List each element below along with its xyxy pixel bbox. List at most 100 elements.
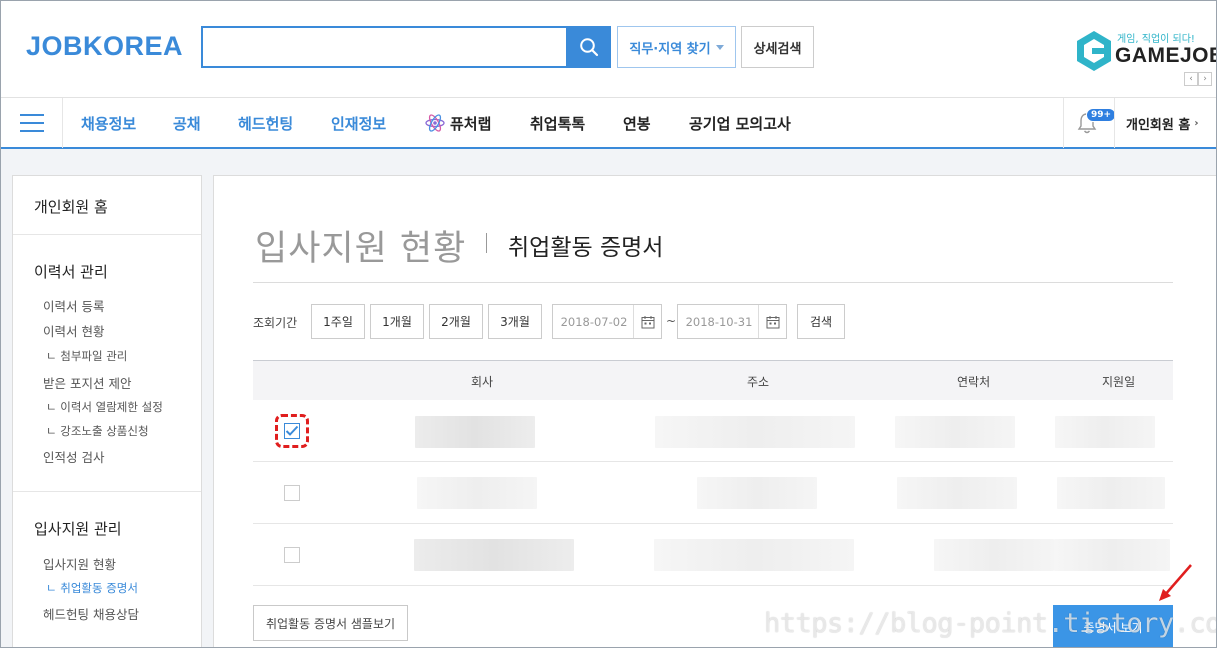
sidebar-item-highlight-product[interactable]: ㄴ 강조노출 상품신청 xyxy=(46,423,149,439)
date-to-field[interactable]: 2018-10-31 xyxy=(677,304,787,339)
sidebar-home-block: 개인회원 홈 xyxy=(13,176,201,235)
nav-item-mock-exam[interactable]: 공기업 모의고사 xyxy=(689,98,791,148)
page-title: 입사지원 현황 xyxy=(255,229,467,269)
period-3month-button[interactable]: 3개월 xyxy=(488,304,542,339)
menu-button[interactable] xyxy=(1,98,63,148)
gamejob-banner[interactable]: 게임, 직업이 되다! GAMEJOB xyxy=(1075,28,1217,78)
nav-item-futurelab-label: 퓨처랩 xyxy=(450,114,492,133)
main-nav: 채용정보 공채 헤드헌팅 인재정보 퓨처랩 취업톡톡 연봉 공기업 모의고사 9… xyxy=(1,97,1216,149)
date-cell-blurred xyxy=(1057,477,1165,509)
sidebar-item-certificate[interactable]: ㄴ 취업활동 증명서 xyxy=(46,580,138,596)
sidebar-item-view-restriction-label: 이력서 열람제한 설정 xyxy=(60,400,163,414)
table-row[interactable] xyxy=(253,524,1173,586)
address-cell-blurred xyxy=(655,416,855,448)
sidebar-item-certificate-label: 취업활동 증명서 xyxy=(60,581,138,595)
contact-cell-blurred xyxy=(934,539,1054,571)
period-2month-button[interactable]: 2개월 xyxy=(429,304,483,339)
title-rule xyxy=(253,282,1173,283)
search-input[interactable] xyxy=(201,26,567,68)
date-from-value: 2018-07-02 xyxy=(560,314,628,329)
contact-cell-blurred xyxy=(895,416,1015,448)
sidebar-item-highlight-product-label: 강조노출 상품신청 xyxy=(60,424,149,438)
table-row[interactable] xyxy=(253,400,1173,462)
nav-item-headhunting[interactable]: 헤드헌팅 xyxy=(238,98,293,148)
sidebar-item-attachments-label: 첨부파일 관리 xyxy=(60,349,128,363)
period-label: 조회기간 xyxy=(253,316,298,330)
nav-right: 99+ 개인회원 홈 › xyxy=(1063,98,1216,148)
period-1month-button[interactable]: 1개월 xyxy=(370,304,424,339)
member-home-label: 개인회원 홈 xyxy=(1126,117,1191,133)
period-1week-button[interactable]: 1주일 xyxy=(311,304,365,339)
calendar-icon[interactable] xyxy=(758,305,786,338)
sidebar-title-apply[interactable]: 입사지원 관리 xyxy=(34,518,122,539)
table-row[interactable] xyxy=(253,462,1173,524)
address-cell-blurred xyxy=(654,539,854,571)
gamejob-logo-icon xyxy=(1077,31,1111,71)
company-cell-blurred xyxy=(417,477,537,509)
page-subtitle: 취업활동 증명서 xyxy=(508,235,664,261)
column-address: 주소 xyxy=(747,374,770,389)
sidebar-item-home[interactable]: 개인회원 홈 xyxy=(34,196,108,217)
main-content: 입사지원 현황 취업활동 증명서 조회기간 1주일 1개월 2개월 3개월 20… xyxy=(213,175,1217,648)
nav-item-talent[interactable]: 인재정보 xyxy=(331,98,386,148)
job-region-label: 직무·지역 찾기 xyxy=(629,41,711,57)
top-header: JOBKOREA 직무·지역 찾기 상세검색 게임, 직업이 되다! GAMEJ… xyxy=(1,1,1217,97)
annotation-highlight xyxy=(275,414,309,448)
sidebar-title-resume[interactable]: 이력서 관리 xyxy=(34,261,108,282)
sidebar: 개인회원 홈 이력서 관리 이력서 등록 이력서 현황 ㄴ 첨부파일 관리 받은… xyxy=(12,175,202,648)
sidebar-resume-block: 이력서 관리 이력서 등록 이력서 현황 ㄴ 첨부파일 관리 받은 포지션 제안… xyxy=(13,235,201,492)
prev-arrow-button[interactable]: ‹ xyxy=(1184,72,1198,86)
nav-item-talk[interactable]: 취업톡톡 xyxy=(530,98,585,148)
nav-divider xyxy=(1114,98,1115,148)
date-from-field[interactable]: 2018-07-02 xyxy=(552,304,662,339)
column-apply-date: 지원일 xyxy=(1102,374,1136,389)
date-cell-blurred xyxy=(1054,539,1170,571)
hamburger-icon xyxy=(19,114,44,132)
search-icon xyxy=(579,38,598,57)
detail-search-button[interactable]: 상세검색 xyxy=(741,26,814,68)
title-divider xyxy=(486,233,487,253)
contact-cell-blurred xyxy=(897,477,1017,509)
sidebar-item-attachments[interactable]: ㄴ 첨부파일 관리 xyxy=(46,348,127,364)
gamejob-name: GAMEJOB xyxy=(1115,44,1217,67)
banner-arrows: ‹ › xyxy=(1184,72,1212,86)
sample-certificate-button[interactable]: 취업활동 증명서 샘플보기 xyxy=(253,605,408,641)
calendar-icon[interactable] xyxy=(633,305,661,338)
job-region-button[interactable]: 직무·지역 찾기 xyxy=(617,26,736,68)
annotation-arrow-icon xyxy=(1159,564,1192,601)
nav-item-jobs[interactable]: 채용정보 xyxy=(81,98,136,148)
chevron-down-icon xyxy=(715,44,724,50)
member-home-link[interactable]: 개인회원 홈 › xyxy=(1126,98,1198,148)
search-period-button[interactable]: 검색 xyxy=(797,304,845,339)
column-company: 회사 xyxy=(471,374,494,389)
gamejob-tagline: 게임, 직업이 되다! xyxy=(1117,34,1195,45)
sidebar-item-position-offers[interactable]: 받은 포지션 제안 xyxy=(43,373,131,392)
date-cell-blurred xyxy=(1055,416,1155,448)
chevron-right-icon: › xyxy=(1194,117,1199,129)
sidebar-item-apply-status[interactable]: 입사지원 현황 xyxy=(43,554,116,573)
row-checkbox[interactable] xyxy=(284,547,300,563)
blog-watermark: https://blog-point.tistory.com/ xyxy=(764,608,1217,639)
sidebar-item-resume-status[interactable]: 이력서 현황 xyxy=(43,321,104,340)
sidebar-item-aptitude-test[interactable]: 인적성 검사 xyxy=(43,447,104,466)
atom-icon xyxy=(425,114,445,132)
sidebar-apply-block: 입사지원 관리 입사지원 현황 ㄴ 취업활동 증명서 헤드헌팅 채용상담 xyxy=(13,492,201,647)
table-header: 회사 주소 연락처 지원일 xyxy=(253,360,1173,400)
column-contact: 연락처 xyxy=(957,374,991,389)
nav-item-futurelab[interactable]: 퓨처랩 xyxy=(424,98,491,148)
nav-item-salary[interactable]: 연봉 xyxy=(623,98,651,148)
nav-item-public-recruit[interactable]: 공채 xyxy=(173,98,201,148)
company-cell-blurred xyxy=(415,416,535,448)
sidebar-item-resume-register[interactable]: 이력서 등록 xyxy=(43,296,104,315)
company-cell-blurred xyxy=(414,539,574,571)
date-range-separator: ~ xyxy=(666,314,677,328)
jobkorea-logo[interactable]: JOBKOREA xyxy=(26,31,183,62)
sidebar-item-headhunting-consult[interactable]: 헤드헌팅 채용상담 xyxy=(43,604,139,623)
date-to-value: 2018-10-31 xyxy=(685,314,753,329)
sidebar-item-view-restriction[interactable]: ㄴ 이력서 열람제한 설정 xyxy=(46,399,163,415)
row-checkbox[interactable] xyxy=(284,485,300,501)
address-cell-blurred xyxy=(697,477,817,509)
notification-badge: 99+ xyxy=(1086,108,1117,122)
search-button[interactable] xyxy=(566,26,611,68)
next-arrow-button[interactable]: › xyxy=(1198,72,1212,86)
